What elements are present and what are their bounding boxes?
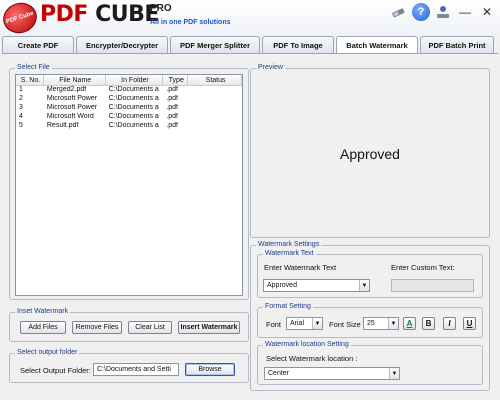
cell-sno: 1 <box>19 86 23 93</box>
font-size-select[interactable]: 25 ▼ <box>363 317 399 330</box>
table-row[interactable]: 1 Merged2.pdf C:\Documents a .pdf <box>16 86 242 95</box>
format-setting-title: Format Setting <box>263 303 313 310</box>
output-folder-label: Select Output Folder: <box>20 366 91 375</box>
header-icons: ? — ✕ <box>390 3 496 21</box>
cell-status <box>188 104 242 113</box>
remove-files-button[interactable]: Remove Files <box>72 321 122 334</box>
output-folder-title: Select output folder <box>15 349 80 356</box>
font-label: Font <box>266 320 282 329</box>
tab-batch-watermark[interactable]: Batch Watermark <box>336 36 418 54</box>
italic-button[interactable]: I <box>443 317 456 330</box>
watermark-text-value: Approved <box>267 282 297 289</box>
logo-pro-text: PRO <box>150 3 172 14</box>
underline-button[interactable]: U <box>463 317 476 330</box>
cell-file-name: Microsoft Power <box>46 104 98 111</box>
tagline: All in one PDF solutions <box>150 19 231 26</box>
cell-status <box>188 86 242 95</box>
clear-list-button[interactable]: Clear List <box>128 321 172 334</box>
table-row[interactable]: 4 Microsoft Word C:\Documents a .pdf <box>16 113 242 122</box>
cell-folder: C:\Documents a <box>108 122 159 129</box>
close-icon[interactable]: ✕ <box>478 3 496 21</box>
cell-type: .pdf <box>166 122 179 129</box>
app-logo: PDF CUBE <box>40 2 159 27</box>
tab-divider <box>2 53 498 54</box>
cell-sno: 4 <box>19 113 23 120</box>
main-tabs: Create PDF Encrypter/Decrypter PDF Merge… <box>2 36 500 54</box>
cell-type: .pdf <box>166 113 179 120</box>
location-value: Center <box>268 370 290 377</box>
font-size-label: Font Size <box>329 320 361 329</box>
file-table-header: S. No. File Name In Folder Type Status <box>16 75 242 86</box>
location-select[interactable]: Center ▼ <box>264 367 400 380</box>
cell-status <box>188 122 242 131</box>
cell-file-name: Merged2.pdf <box>46 86 87 93</box>
cell-status <box>188 95 242 104</box>
tab-pdf-to-image[interactable]: PDF To Image <box>262 36 334 53</box>
chevron-down-icon[interactable]: ▼ <box>359 280 369 291</box>
font-select[interactable]: Arial ▼ <box>286 317 323 330</box>
tab-pdf-merger-splitter[interactable]: PDF Merger Splitter <box>170 36 260 53</box>
cell-type: .pdf <box>166 95 179 102</box>
tab-encrypter-decrypter[interactable]: Encrypter/Decrypter <box>76 36 168 53</box>
cell-status <box>188 113 242 122</box>
font-color-button[interactable]: A <box>403 317 416 330</box>
cell-type: .pdf <box>166 104 179 111</box>
tab-create-pdf[interactable]: Create PDF <box>2 36 74 53</box>
bold-button[interactable]: B <box>422 317 435 330</box>
font-size-value: 25 <box>367 320 375 327</box>
cell-sno: 5 <box>19 122 23 129</box>
column-header-sno[interactable]: S. No. <box>16 75 44 85</box>
column-header-type[interactable]: Type <box>163 75 189 85</box>
cell-folder: C:\Documents a <box>108 86 159 93</box>
location-setting-title: Watermark location Setting <box>263 341 351 348</box>
add-files-button[interactable]: Add Files <box>20 321 66 334</box>
chevron-down-icon[interactable]: ▼ <box>312 318 322 329</box>
cell-folder: C:\Documents a <box>108 95 159 102</box>
file-table[interactable]: S. No. File Name In Folder Type Status 1… <box>15 74 243 296</box>
tools-icon[interactable] <box>390 3 408 21</box>
output-folder-field[interactable]: C:\Documents and Setti <box>93 363 179 376</box>
cell-folder: C:\Documents a <box>108 104 159 111</box>
watermark-text-title: Watermark Text <box>263 250 316 257</box>
watermark-text-select[interactable]: Approved ▼ <box>263 279 370 292</box>
table-row[interactable]: 2 Microsoft Power C:\Documents a .pdf <box>16 95 242 104</box>
preview-pane: Approved <box>252 74 488 236</box>
minimize-icon[interactable]: — <box>456 3 474 21</box>
app-header: PDF Cube PDF CUBE PRO All in one PDF sol… <box>0 0 500 38</box>
browse-button[interactable]: Browse <box>185 363 235 376</box>
custom-text-label: Enter Custom Text: <box>391 263 455 272</box>
tab-pdf-batch-print[interactable]: PDF Batch Print <box>420 36 494 53</box>
font-value: Arial <box>290 320 305 327</box>
cell-sno: 3 <box>19 104 23 111</box>
chevron-down-icon[interactable]: ▼ <box>388 318 398 329</box>
table-row[interactable]: 5 Result.pdf C:\Documents a .pdf <box>16 122 242 131</box>
preview-title: Preview <box>256 64 285 71</box>
logo-pdf-text: PDF <box>40 2 88 27</box>
chevron-down-icon[interactable]: ▼ <box>389 368 399 379</box>
watermark-text-label: Enter Watermark Text <box>264 263 337 272</box>
insert-watermark-button[interactable]: Insert Watermark <box>178 321 240 334</box>
select-file-title: Select File <box>15 64 52 71</box>
logo-badge: PDF Cube <box>0 0 41 38</box>
cell-type: .pdf <box>166 86 179 93</box>
column-header-in-folder[interactable]: In Folder <box>106 75 164 85</box>
cell-file-name: Result.pdf <box>46 122 79 129</box>
location-label: Select Watermark location : <box>266 354 358 363</box>
cell-folder: C:\Documents a <box>108 113 159 120</box>
cell-sno: 2 <box>19 95 23 102</box>
account-icon[interactable] <box>434 3 452 21</box>
custom-text-input[interactable] <box>391 279 474 292</box>
inset-watermark-title: Inset Watermark <box>15 308 71 315</box>
cell-file-name: Microsoft Power <box>46 95 98 102</box>
table-row[interactable]: 3 Microsoft Power C:\Documents a .pdf <box>16 104 242 113</box>
watermark-settings-title: Watermark Settings <box>256 241 322 248</box>
column-header-status[interactable]: Status <box>188 75 242 85</box>
preview-watermark-text: Approved <box>340 146 400 162</box>
column-header-file-name[interactable]: File Name <box>44 75 106 85</box>
help-icon[interactable]: ? <box>412 3 430 21</box>
cell-file-name: Microsoft Word <box>46 113 94 120</box>
